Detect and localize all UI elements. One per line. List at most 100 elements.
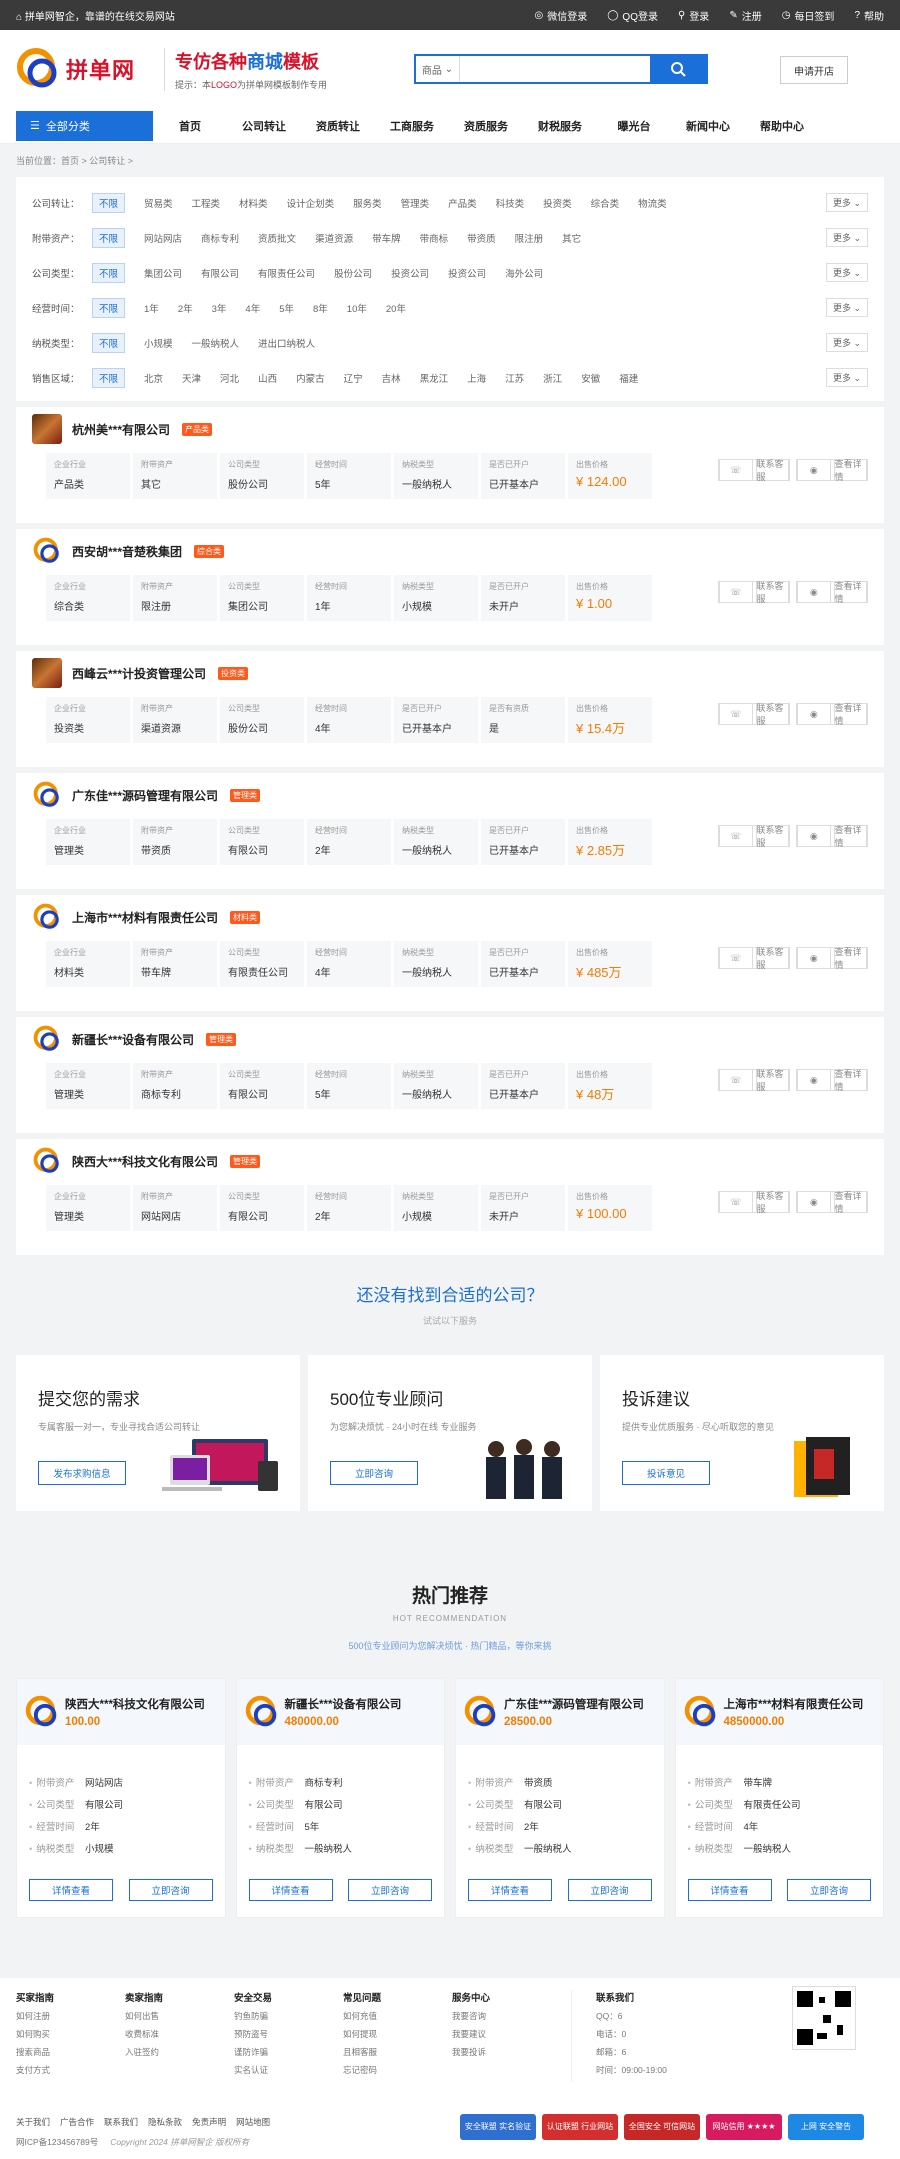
filter-option[interactable]: 物流类 xyxy=(638,196,667,210)
filter-option[interactable]: 商标专利 xyxy=(201,231,239,245)
footer-link[interactable]: 如何注册 xyxy=(16,2010,125,2028)
view-detail-button[interactable]: ◉ 查看详情 xyxy=(796,947,868,970)
trust-badge[interactable]: 认证联盟 行业网站 xyxy=(542,2114,618,2140)
filter-option[interactable]: 20年 xyxy=(386,301,406,315)
footer-link[interactable]: 我要咨询 xyxy=(452,2010,561,2028)
company-name[interactable]: 西峰云***计投资管理公司 xyxy=(72,665,206,682)
filter-option[interactable]: 北京 xyxy=(144,371,163,385)
nav-item-0[interactable]: 首页 xyxy=(153,118,227,134)
all-categories-button[interactable]: ☰ 全部分类 xyxy=(16,110,153,141)
filter-option[interactable]: 江苏 xyxy=(505,371,524,385)
recommend-name[interactable]: 广东佳***源码管理有限公司 xyxy=(504,1696,644,1712)
footer-link[interactable]: 实名认证 xyxy=(234,2064,343,2082)
consult-now-button[interactable]: 立即咨询 xyxy=(128,1879,213,1901)
filter-option[interactable]: 不限 xyxy=(92,367,126,388)
filter-option[interactable]: 投资公司 xyxy=(391,266,429,280)
view-detail-button[interactable]: ◉ 查看详情 xyxy=(796,1069,868,1092)
filter-option[interactable]: 限注册 xyxy=(515,231,544,245)
search-category-select[interactable]: 商品 ⌄ xyxy=(416,56,460,82)
footer-bottom-link[interactable]: 联系我们 xyxy=(104,2116,138,2128)
filter-option[interactable]: 不限 xyxy=(92,262,126,283)
nav-item-7[interactable]: 新闻中心 xyxy=(671,118,745,134)
filter-more-button[interactable]: 更多 ⌄ xyxy=(825,333,868,352)
filter-option[interactable]: 进出口纳税人 xyxy=(258,336,315,350)
publish-demand-button[interactable]: 发布求购信息 xyxy=(38,1461,126,1485)
trust-badge[interactable]: 上网 安全警告 xyxy=(788,2114,864,2140)
footer-bottom-link[interactable]: 广告合作 xyxy=(60,2116,94,2128)
filter-option[interactable]: 带商标 xyxy=(420,231,449,245)
filter-option[interactable]: 10年 xyxy=(347,301,367,315)
filter-option[interactable]: 资质批文 xyxy=(258,231,296,245)
footer-link[interactable]: 收费标准 xyxy=(125,2028,234,2046)
filter-more-button[interactable]: 更多 ⌄ xyxy=(825,368,868,387)
filter-option[interactable]: 4年 xyxy=(245,301,260,315)
view-detail-button[interactable]: ◉ 查看详情 xyxy=(796,581,868,604)
consult-now-button[interactable]: 立即咨询 xyxy=(348,1879,432,1901)
contact-service-button[interactable]: ☏ 联系客服 xyxy=(718,1069,790,1092)
consult-now-button[interactable]: 立即咨询 xyxy=(787,1879,871,1901)
filter-option[interactable]: 一般纳税人 xyxy=(192,336,240,350)
trust-badge[interactable]: 全国安全 可信网站 xyxy=(624,2114,700,2140)
view-detail-button[interactable]: ◉ 查看详情 xyxy=(796,459,868,482)
company-name[interactable]: 杭州美***有限公司 xyxy=(72,421,170,438)
filter-option[interactable]: 上海 xyxy=(467,371,486,385)
filter-option[interactable]: 其它 xyxy=(562,231,581,245)
filter-option[interactable]: 集团公司 xyxy=(144,266,182,280)
search-button[interactable] xyxy=(650,56,706,82)
filter-option[interactable]: 有限公司 xyxy=(201,266,239,280)
detail-view-button[interactable]: 详情查看 xyxy=(29,1879,113,1901)
recommend-name[interactable]: 上海市***材料有限责任公司 xyxy=(724,1696,864,1712)
footer-link[interactable]: 预防盗号 xyxy=(234,2028,343,2046)
footer-link[interactable] xyxy=(125,2064,234,2082)
contact-service-button[interactable]: ☏ 联系客服 xyxy=(718,947,790,970)
contact-service-button[interactable]: ☏ 联系客服 xyxy=(718,825,790,848)
filter-option[interactable]: 福建 xyxy=(619,371,638,385)
contact-service-button[interactable]: ☏ 联系客服 xyxy=(718,703,790,726)
trust-badge[interactable]: 安全联盟 实名验证 xyxy=(460,2114,536,2140)
footer-link[interactable]: 忘记密码 xyxy=(343,2064,452,2082)
contact-service-button[interactable]: ☏ 联系客服 xyxy=(718,581,790,604)
filter-option[interactable]: 带资质 xyxy=(467,231,496,245)
login-link[interactable]: ⚲ 登录 xyxy=(678,8,709,23)
company-name[interactable]: 上海市***材料有限责任公司 xyxy=(72,909,218,926)
filter-option[interactable]: 有限责任公司 xyxy=(258,266,315,280)
filter-option[interactable]: 网站网店 xyxy=(144,231,182,245)
filter-option[interactable]: 1年 xyxy=(144,301,159,315)
consult-now-button[interactable]: 立即咨询 xyxy=(330,1461,418,1485)
nav-item-6[interactable]: 曝光台 xyxy=(597,118,671,134)
footer-link[interactable]: 我要投诉 xyxy=(452,2046,561,2064)
detail-view-button[interactable]: 详情查看 xyxy=(468,1879,552,1901)
footer-link[interactable]: 如何提现 xyxy=(343,2028,452,2046)
filter-more-button[interactable]: 更多 ⌄ xyxy=(825,298,868,317)
filter-option[interactable]: 不限 xyxy=(92,227,126,248)
site-logo[interactable]: 拼单网 xyxy=(16,47,164,91)
recommend-name[interactable]: 新疆长***设备有限公司 xyxy=(285,1696,402,1712)
complaint-button[interactable]: 投诉意见 xyxy=(622,1461,710,1485)
filter-option[interactable]: 渠道资源 xyxy=(315,231,353,245)
filter-option[interactable]: 天津 xyxy=(182,371,201,385)
filter-option[interactable]: 工程类 xyxy=(192,196,221,210)
filter-option[interactable]: 不限 xyxy=(92,192,126,213)
search-input[interactable] xyxy=(460,56,650,82)
qq-login-link[interactable]: ◯ QQ登录 xyxy=(607,8,658,23)
view-detail-button[interactable]: ◉ 查看详情 xyxy=(796,703,868,726)
filter-option[interactable]: 贸易类 xyxy=(144,196,173,210)
nav-item-5[interactable]: 财税服务 xyxy=(523,118,597,134)
nav-item-1[interactable]: 公司转让 xyxy=(227,118,301,134)
filter-option[interactable]: 股份公司 xyxy=(334,266,372,280)
nav-item-2[interactable]: 资质转让 xyxy=(301,118,375,134)
register-link[interactable]: ✎ 注册 xyxy=(729,8,761,23)
footer-link[interactable]: 钓鱼防骗 xyxy=(234,2010,343,2028)
filter-option[interactable]: 2年 xyxy=(178,301,193,315)
filter-more-button[interactable]: 更多 ⌄ xyxy=(825,263,868,282)
filter-option[interactable]: 黑龙江 xyxy=(420,371,449,385)
apply-store-button[interactable]: 申请开店 xyxy=(780,56,848,84)
footer-link[interactable]: 我要建议 xyxy=(452,2028,561,2046)
filter-option[interactable]: 吉林 xyxy=(382,371,401,385)
view-detail-button[interactable]: ◉ 查看详情 xyxy=(796,825,868,848)
filter-option[interactable]: 辽宁 xyxy=(344,371,363,385)
footer-link[interactable]: 搜索商品 xyxy=(16,2046,125,2064)
filter-option[interactable]: 科技类 xyxy=(496,196,525,210)
filter-option[interactable]: 内蒙古 xyxy=(296,371,325,385)
nav-item-4[interactable]: 资质服务 xyxy=(449,118,523,134)
